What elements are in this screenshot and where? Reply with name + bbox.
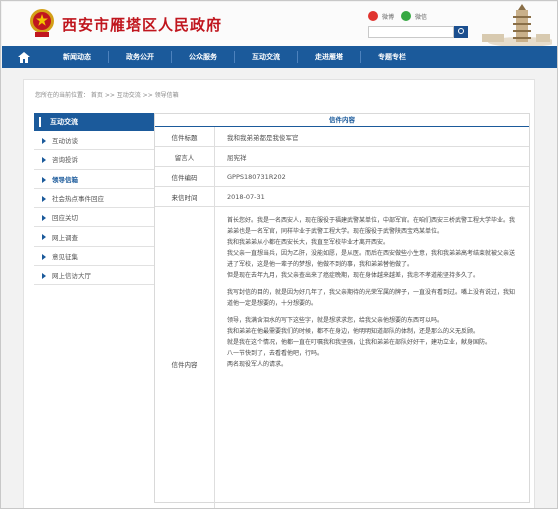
sidebar-item-survey[interactable]: 网上调查 xyxy=(34,227,158,247)
arrow-right-icon xyxy=(42,195,46,202)
nav-item-public-service[interactable]: 公众服务 xyxy=(172,52,234,62)
nav-item-gov-open[interactable]: 政务公开 xyxy=(109,52,171,62)
letter-paragraph: 我写封信的目的，就是因为好几年了，我父亲期待的光荣军属的牌子，一直没有看到过。嘴… xyxy=(227,289,516,307)
field-key: 来信时间 xyxy=(155,187,215,206)
sidebar: 互动交流 互动访谈 咨询投诉 领导信箱 社会热点事件回应 回应关切 网上调查 意… xyxy=(34,113,158,286)
field-value: 2018-07-31 xyxy=(227,192,265,201)
nav-item-special-topics[interactable]: 专题专栏 xyxy=(361,52,423,62)
sidebar-item-hot-events[interactable]: 社会热点事件回应 xyxy=(34,188,158,209)
arrow-right-icon xyxy=(42,273,46,280)
sidebar-title: 互动交流 xyxy=(34,113,158,131)
sidebar-item-label: 咨询投诉 xyxy=(52,156,78,165)
sidebar-title-bar-icon xyxy=(39,117,45,127)
arrow-right-icon xyxy=(42,157,46,164)
field-value: 屈宪祥 xyxy=(227,153,247,162)
sidebar-item-opinions[interactable]: 意见征集 xyxy=(34,246,158,267)
letter-paragraph: 首长您好。我是一名西安人，现在服役于福建武警某单位，中部军官。在咱们西安三桥武警… xyxy=(227,217,516,235)
home-nav-button[interactable] xyxy=(2,46,46,68)
nav-item-interaction[interactable]: 互动交流 xyxy=(235,52,297,62)
letter-paragraph: 八一节快到了，去看看他吧，行吗。 xyxy=(227,350,324,357)
field-key: 信件标题 xyxy=(155,127,215,146)
letter-paragraph: 我父亲一直想当兵，因为乙肝，没能如愿，是从医。而后在西安做些小生意，我和我弟弟高… xyxy=(227,250,516,268)
content-key: 信件内容 xyxy=(155,207,215,508)
letter-paragraph: 两名现役军人的请求。 xyxy=(227,361,288,368)
screenshot-frame: 西安市雁塔区人民政府 微博 微信 新闻动态 政务公开 公众服务 互动交流 走进雁… xyxy=(0,0,558,509)
sidebar-item-label: 网上信访大厅 xyxy=(52,272,91,281)
nav-item-about-yanta[interactable]: 走进雁塔 xyxy=(298,52,360,62)
site-title[interactable]: 西安市雁塔区人民政府 xyxy=(62,14,222,35)
weibo-icon[interactable] xyxy=(368,11,378,21)
letter-paragraph: 我和弟弟在他最需要我们的时候，都不在身边，他明明知道部队的体制，还是那么的义无反… xyxy=(227,328,480,335)
weibo-label[interactable]: 微博 xyxy=(382,12,394,21)
main-nav: 新闻动态 政务公开 公众服务 互动交流 走进雁塔 专题专栏 xyxy=(2,46,557,68)
letter-paragraph: 领导，我满含泪水的写下这些字，就是想求求您，给我父亲他想要的东西可以吗。 xyxy=(227,317,444,324)
sidebar-title-label: 互动交流 xyxy=(50,118,78,126)
letter-content-row: 信件内容 首长您好。我是一名西安人，现在服役于福建武警某单位，中部军官。在咱们西… xyxy=(155,207,529,508)
breadcrumb[interactable]: 您所在的当前位置： 首页 >> 互动交流 >> 领导信箱 xyxy=(35,90,179,99)
letter-field-row: 信件标题 我和我弟弟都是我俊军官 xyxy=(155,127,529,147)
sidebar-item-label: 网上调查 xyxy=(52,233,78,242)
search-input[interactable] xyxy=(368,26,454,38)
letter-body: 首长您好。我是一名西安人，现在服役于福建武警某单位，中部军官。在咱们西安三桥武警… xyxy=(215,207,529,508)
wechat-icon[interactable] xyxy=(401,11,412,21)
sidebar-item-label: 领导信箱 xyxy=(52,175,78,184)
letter-field-row: 留言人 屈宪祥 xyxy=(155,147,529,167)
sidebar-item-label: 社会热点事件回应 xyxy=(52,195,104,204)
arrow-right-icon xyxy=(42,176,46,183)
arrow-right-icon xyxy=(42,215,46,222)
arrow-right-icon xyxy=(42,138,46,144)
search-button[interactable] xyxy=(454,26,468,38)
field-value: 我和我弟弟都是我俊军官 xyxy=(227,133,299,142)
field-key: 信件编码 xyxy=(155,167,215,186)
national-emblem-icon xyxy=(30,9,54,37)
sidebar-item-label: 互动访谈 xyxy=(52,137,78,146)
letter-heading: 信件内容 xyxy=(155,114,529,127)
letter-paragraph: 我和我弟弟从小都在西安长大，我直至军校毕业才离开西安。 xyxy=(227,239,390,246)
sidebar-item-petition-hall[interactable]: 网上信访大厅 xyxy=(34,266,158,286)
sidebar-item-label: 意见征集 xyxy=(52,252,78,261)
home-icon xyxy=(18,51,30,63)
nav-item-news[interactable]: 新闻动态 xyxy=(46,52,108,62)
letter-paragraph: 就是我在这个情况，他都一直在叮嘱我和我坚强，让我和弟弟在部队好好干，建功立业，献… xyxy=(227,339,492,346)
letter-paragraph: 但是现在去年九月，我父亲查出来了癌症晚期，现在身体越来越差，我忠不孝道能坚持多久… xyxy=(227,272,480,279)
content-panel: 您所在的当前位置： 首页 >> 互动交流 >> 领导信箱 互动交流 互动访谈 咨… xyxy=(23,79,535,508)
site-header: 西安市雁塔区人民政府 微博 微信 xyxy=(2,2,557,46)
sidebar-item-complaints[interactable]: 咨询投诉 xyxy=(34,150,158,170)
field-key: 留言人 xyxy=(155,147,215,166)
arrow-right-icon xyxy=(42,234,46,241)
wechat-label[interactable]: 微信 xyxy=(415,12,427,21)
letter-field-row: 来信时间 2018-07-31 xyxy=(155,187,529,207)
pagoda-illustration xyxy=(482,4,552,46)
field-value: GPPS180731R202 xyxy=(227,172,286,181)
sidebar-item-label: 回应关切 xyxy=(52,214,78,223)
letter-table: 信件内容 信件标题 我和我弟弟都是我俊军官 留言人 屈宪祥 信件编码 GPPS1… xyxy=(154,113,530,508)
sidebar-item-concerns[interactable]: 回应关切 xyxy=(34,208,158,228)
letter-field-row: 信件编码 GPPS180731R202 xyxy=(155,167,529,187)
sidebar-item-leader-mailbox[interactable]: 领导信箱 xyxy=(34,169,158,189)
sidebar-item-interviews[interactable]: 互动访谈 xyxy=(34,131,158,151)
social-links: 微博 微信 xyxy=(368,9,430,23)
arrow-right-icon xyxy=(42,253,46,260)
